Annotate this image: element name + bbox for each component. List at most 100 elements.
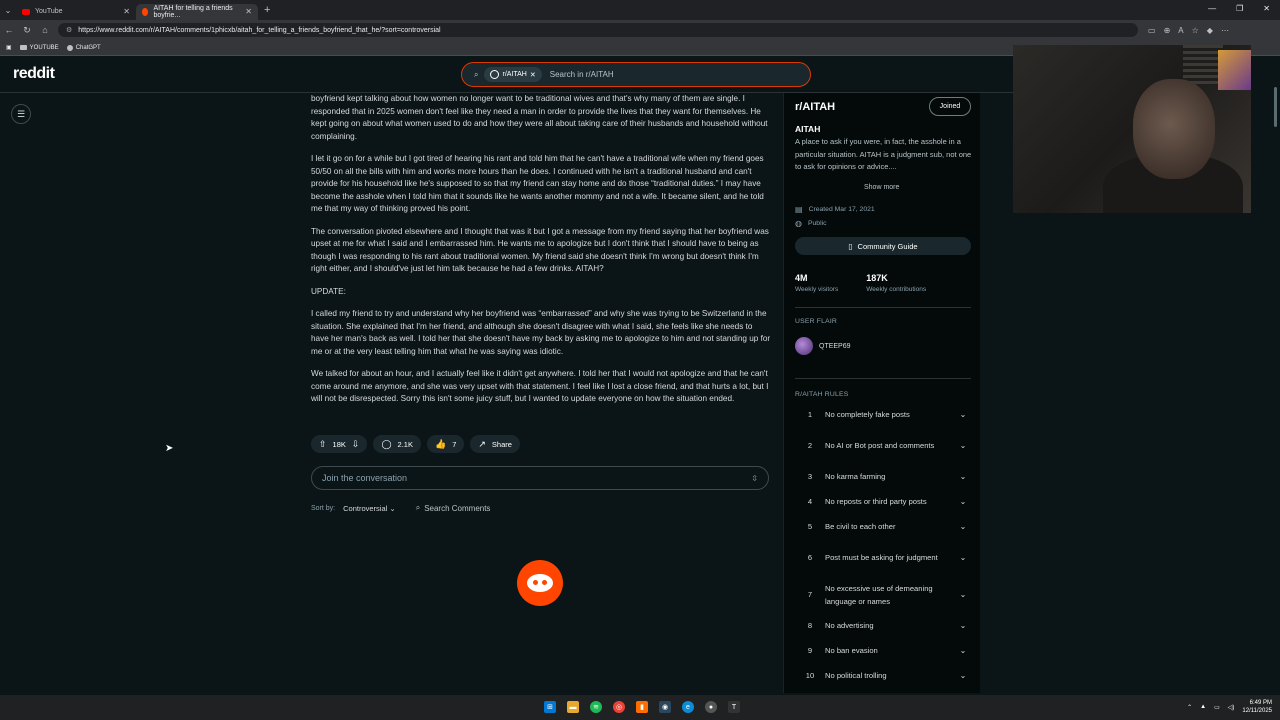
- back-icon[interactable]: ←: [0, 25, 18, 35]
- chrome-icon[interactable]: ◎: [613, 701, 625, 713]
- webcam-person-head: [1133, 79, 1215, 179]
- community-description: A place to ask if you were, in fact, the…: [795, 137, 972, 171]
- rule-item[interactable]: 8 No advertising ⌄: [795, 614, 971, 639]
- stat-label: Weekly contributions: [866, 286, 927, 293]
- tray-app-icon[interactable]: ▲: [1200, 704, 1206, 710]
- tab-reddit-post[interactable]: AITAH for telling a friends boyfrie... ✕: [136, 3, 258, 20]
- apps-icon[interactable]: ▣: [6, 44, 12, 51]
- search-input[interactable]: Search in r/AITAH: [550, 70, 614, 79]
- steam-icon[interactable]: ◉: [659, 701, 671, 713]
- post-paragraph: I called my friend to try and understand…: [311, 309, 771, 356]
- stat-value: 4M: [795, 273, 808, 283]
- windows-taskbar: ⊞ ▬ ≋ ◎ ▮ ◉ e ● T ⌃ ▲ ▭ ◁) 6:49 PM 12/11…: [0, 695, 1280, 720]
- app-icon[interactable]: ▮: [636, 701, 648, 713]
- maximize-icon[interactable]: ❐: [1236, 4, 1243, 13]
- new-tab-icon[interactable]: +: [264, 4, 270, 16]
- rule-item[interactable]: 4 No reposts or third party posts ⌄: [795, 490, 971, 515]
- rule-item[interactable]: 9 No ban evasion ⌄: [795, 639, 971, 664]
- bookmark-star-icon[interactable]: ☆: [1192, 26, 1199, 35]
- upvote-icon[interactable]: ⇧: [319, 439, 327, 450]
- stat-weekly-visitors: 4M Weekly visitors: [795, 273, 838, 293]
- mouse-cursor-icon: ➤: [165, 443, 174, 454]
- sidebar-sub-title[interactable]: r/AITAH: [795, 101, 835, 113]
- obs-icon[interactable]: ●: [705, 701, 717, 713]
- chevron-down-icon: ⌄: [959, 472, 967, 482]
- site-info-icon[interactable]: ⚙: [66, 26, 72, 34]
- post-actions: ⇧ 18K ⇩ ◯ 2.1K 👍 7 ↗ Share: [311, 435, 520, 453]
- minimize-icon[interactable]: —: [1208, 4, 1216, 13]
- join-conversation-input[interactable]: Join the conversation ⇳: [311, 466, 769, 490]
- system-tray: ⌃ ▲ ▭ ◁) 6:49 PM 12/11/2025: [1187, 699, 1272, 715]
- tray-chevron-icon[interactable]: ⌃: [1187, 704, 1192, 711]
- reddit-favicon-icon: [142, 7, 149, 16]
- extension-icon[interactable]: ◆: [1207, 26, 1213, 35]
- vote-count: 18K: [332, 439, 346, 449]
- cake-icon: ▤: [795, 205, 803, 214]
- search-comments-button[interactable]: ⌕ Search Comments: [416, 503, 491, 513]
- share-label: Share: [491, 439, 512, 449]
- sort-value: Controversial: [343, 503, 388, 513]
- rule-item[interactable]: 6 Post must be asking for judgment ⌄: [795, 540, 971, 577]
- rule-number: 2: [807, 441, 813, 451]
- more-menu-icon[interactable]: ⋯: [1221, 26, 1229, 35]
- tab-youtube[interactable]: YouTube ✕: [16, 4, 136, 20]
- spotify-icon[interactable]: ≋: [590, 701, 602, 713]
- joined-button[interactable]: Joined: [929, 97, 971, 116]
- zoom-icon[interactable]: ⊕: [1164, 26, 1171, 35]
- edge-icon[interactable]: e: [682, 701, 694, 713]
- reddit-logo[interactable]: reddit: [13, 65, 55, 83]
- translate-icon[interactable]: A: [1178, 26, 1183, 35]
- folder-icon: [19, 45, 27, 50]
- bookmark-youtube[interactable]: YOUTUBE: [19, 45, 59, 51]
- share-button[interactable]: ↗ Share: [470, 435, 520, 453]
- stat-value: 187K: [866, 273, 888, 283]
- scrollbar-thumb[interactable]: [1274, 87, 1277, 127]
- comments-button[interactable]: ◯ 2.1K: [373, 435, 421, 453]
- community-guide-button[interactable]: ▯ Community Guide: [795, 237, 971, 255]
- community-name: AITAH: [795, 124, 821, 134]
- rule-item[interactable]: 3 No karma farming ⌄: [795, 465, 971, 490]
- file-explorer-icon[interactable]: ▬: [567, 701, 579, 713]
- rule-number: 1: [807, 410, 813, 420]
- rules-list: 1 No completely fake posts ⌄ 2 No AI or Bot…: [795, 403, 971, 689]
- rule-item[interactable]: 10 No political trolling ⌄: [795, 664, 971, 689]
- page-scrollbar[interactable]: [1271, 57, 1280, 693]
- user-flair[interactable]: QTEEP69: [795, 337, 851, 355]
- windows-start-icon[interactable]: ⊞: [544, 701, 556, 713]
- network-icon[interactable]: ▭: [1214, 704, 1220, 711]
- clock-time: 6:49 PM: [1249, 700, 1272, 706]
- created-date: ▤ Created Mar 17, 2021: [795, 205, 875, 214]
- rule-item[interactable]: 1 No completely fake posts ⌄: [795, 403, 971, 428]
- reddit-loading-snoo-icon: [517, 560, 563, 606]
- url-text: https://www.reddit.com/r/AITAH/comments/…: [78, 26, 441, 34]
- search-bar[interactable]: ⌕ r/AITAH ✕ Search in r/AITAH: [461, 62, 811, 87]
- rule-item[interactable]: 2 No AI or Bot post and comments ⌄: [795, 428, 971, 465]
- hamburger-menu-icon[interactable]: ☰: [11, 104, 31, 124]
- volume-icon[interactable]: ◁): [1228, 704, 1235, 711]
- close-tab-icon[interactable]: ✕: [245, 7, 252, 16]
- tab-search-icon[interactable]: ⌄: [0, 6, 16, 15]
- clock[interactable]: 6:49 PM 12/11/2025: [1242, 699, 1272, 715]
- downvote-icon[interactable]: ⇩: [352, 439, 360, 450]
- chip-close-icon[interactable]: ✕: [530, 71, 536, 79]
- comment-count: 2.1K: [397, 439, 413, 449]
- webcam-overlay: [1013, 45, 1251, 213]
- rule-item[interactable]: 7 No excessive use of demeaning language …: [795, 577, 971, 614]
- url-field[interactable]: ⚙ https://www.reddit.com/r/AITAH/comment…: [58, 23, 1138, 37]
- clock-date: 12/11/2025: [1242, 708, 1272, 714]
- rule-item[interactable]: 5 Be civil to each other ⌄: [795, 515, 971, 540]
- app2-icon[interactable]: T: [728, 701, 740, 713]
- flair-name: QTEEP69: [819, 342, 851, 350]
- reload-icon[interactable]: ↻: [18, 25, 36, 36]
- bookmark-chatgpt[interactable]: ChatGPT: [66, 44, 101, 51]
- cast-icon[interactable]: ▭: [1148, 26, 1156, 35]
- show-more-button[interactable]: Show more: [864, 184, 899, 191]
- sort-dropdown[interactable]: Controversial ⌄: [343, 504, 396, 513]
- close-window-icon[interactable]: ✕: [1263, 4, 1270, 13]
- award-button[interactable]: 👍 7: [426, 435, 465, 453]
- formatting-icon[interactable]: ⇳: [751, 474, 758, 483]
- subreddit-search-chip[interactable]: r/AITAH ✕: [484, 67, 542, 82]
- comment-icon: ◯: [381, 438, 392, 449]
- home-icon[interactable]: ⌂: [36, 25, 54, 35]
- close-tab-icon[interactable]: ✕: [123, 7, 130, 16]
